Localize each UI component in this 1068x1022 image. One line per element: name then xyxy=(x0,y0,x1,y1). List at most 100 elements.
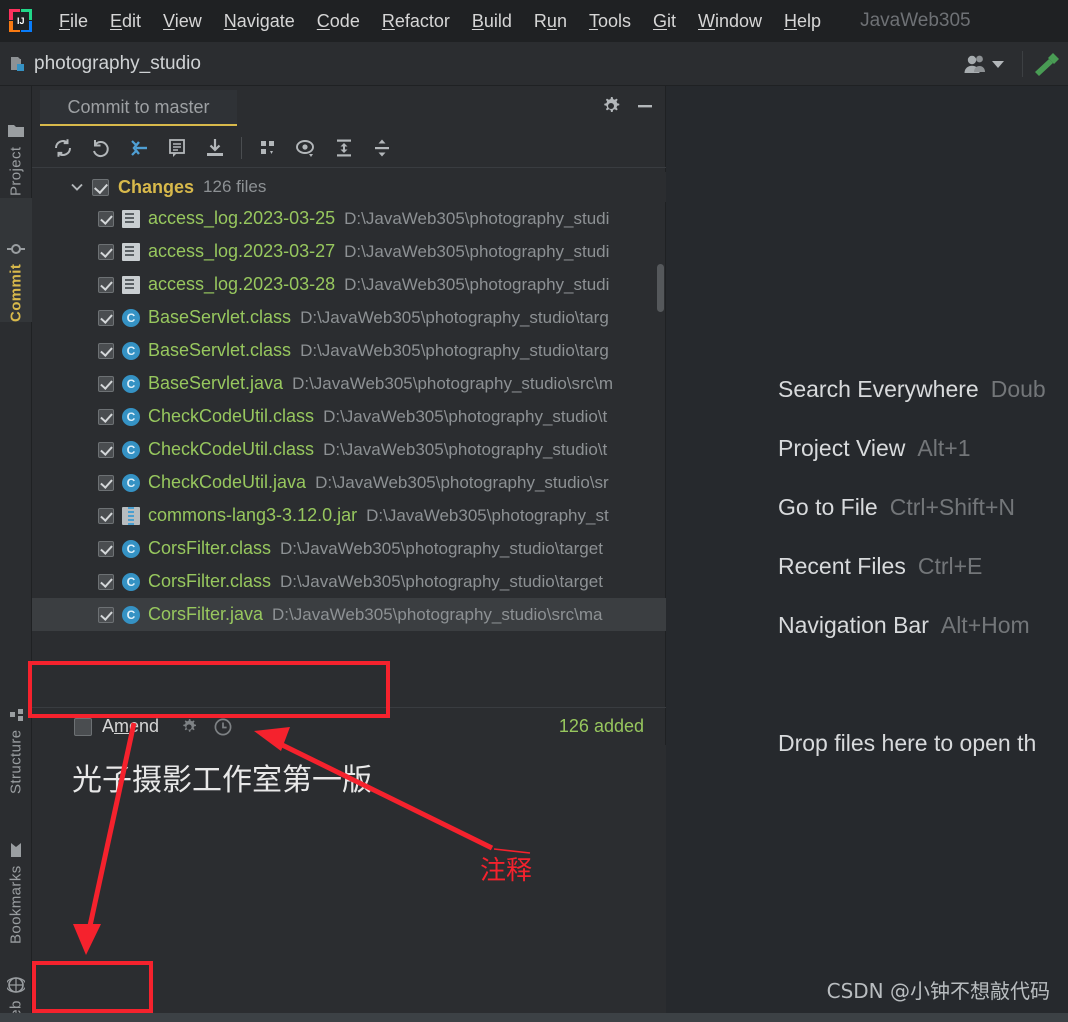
menu-item-code[interactable]: Code xyxy=(306,0,371,42)
file-checkbox[interactable] xyxy=(98,441,114,458)
file-name: access_log.2023-03-28 xyxy=(148,274,336,294)
sidebar-item-project[interactable]: Project xyxy=(0,86,32,196)
table-row[interactable]: access_log.2023-03-25 D:\JavaWeb305\phot… xyxy=(32,202,666,235)
table-row[interactable]: CheckCodeUtil.java D:\JavaWeb305\photogr… xyxy=(32,466,666,499)
changed-files-list[interactable]: access_log.2023-03-25 D:\JavaWeb305\phot… xyxy=(32,202,666,707)
editor-shortcut-hints: Search Everywhere Doub Project View Alt+… xyxy=(778,376,1068,671)
hint-project-view[interactable]: Project View Alt+1 xyxy=(778,435,1068,494)
refresh-icon[interactable] xyxy=(44,131,82,165)
file-path: D:\JavaWeb305\photography_studio\target xyxy=(280,538,603,558)
file-checkbox[interactable] xyxy=(98,606,114,623)
table-row[interactable]: CheckCodeUtil.class D:\JavaWeb305\photog… xyxy=(32,433,666,466)
hint-shortcut: Doub xyxy=(990,376,1046,402)
commit-tool-window: Commit to master Changes 126 files acces… xyxy=(32,86,666,1022)
table-row[interactable]: CorsFilter.class D:\JavaWeb305\photograp… xyxy=(32,532,666,565)
file-checkbox[interactable] xyxy=(98,243,114,260)
menu-view-rest: iew xyxy=(174,11,202,31)
expand-all-icon[interactable] xyxy=(325,131,363,165)
file-checkbox[interactable] xyxy=(98,573,114,590)
menu-run-rest: n xyxy=(556,11,567,31)
hint-search-everywhere[interactable]: Search Everywhere Doub xyxy=(778,376,1068,435)
file-path: D:\JavaWeb305\photography_studi xyxy=(344,274,610,294)
sidebar-item-structure[interactable]: Structure xyxy=(0,664,32,794)
file-path: D:\JavaWeb305\photography_studio\targ xyxy=(300,340,609,360)
file-checkbox[interactable] xyxy=(98,210,114,227)
menu-tools-rest: ools xyxy=(597,11,631,31)
menu-item-navigate[interactable]: Navigate xyxy=(213,0,306,42)
people-icon[interactable] xyxy=(959,53,989,75)
diff-speech-icon[interactable] xyxy=(158,131,196,165)
menu-item-window[interactable]: Window xyxy=(687,0,773,42)
collapse-all-icon[interactable] xyxy=(363,131,401,165)
undo-arrow-icon[interactable] xyxy=(82,131,120,165)
file-checkbox[interactable] xyxy=(98,540,114,557)
file-name: CheckCodeUtil.class xyxy=(148,406,315,426)
status-bar xyxy=(0,1013,1068,1022)
commit-message-input[interactable]: 光子摄影工作室第一版 xyxy=(32,745,666,1022)
hint-recent-files[interactable]: Recent Files Ctrl+E xyxy=(778,553,1068,612)
menu-item-edit[interactable]: Edit xyxy=(99,0,152,42)
menu-item-help[interactable]: Help xyxy=(773,0,832,42)
file-checkbox[interactable] xyxy=(98,276,114,293)
hint-navigation-bar[interactable]: Navigation Bar Alt+Hom xyxy=(778,612,1068,671)
tab-commit-to-master[interactable]: Commit to master xyxy=(40,90,237,126)
table-row[interactable]: access_log.2023-03-28 D:\JavaWeb305\phot… xyxy=(32,268,666,301)
divider xyxy=(1022,51,1023,77)
bookmark-icon xyxy=(7,841,25,859)
table-row[interactable]: commons-lang3-3.12.0.jar D:\JavaWeb305\p… xyxy=(32,499,666,532)
file-checkbox[interactable] xyxy=(98,375,114,392)
file-checkbox[interactable] xyxy=(98,309,114,326)
sidebar-item-project-label: Project xyxy=(7,146,25,197)
chevron-down-icon[interactable] xyxy=(992,60,1004,68)
hint-go-to-file[interactable]: Go to File Ctrl+Shift+N xyxy=(778,494,1068,553)
commit-window-header: Commit to master xyxy=(32,86,665,128)
changes-checkbox[interactable] xyxy=(92,178,109,196)
table-row[interactable]: CheckCodeUtil.class D:\JavaWeb305\photog… xyxy=(32,400,666,433)
table-row[interactable]: BaseServlet.class D:\JavaWeb305\photogra… xyxy=(32,301,666,334)
table-row[interactable]: BaseServlet.class D:\JavaWeb305\photogra… xyxy=(32,334,666,367)
file-checkbox[interactable] xyxy=(98,342,114,359)
menu-item-git[interactable]: Git xyxy=(642,0,687,42)
menu-item-run[interactable]: Run xyxy=(523,0,578,42)
eye-icon[interactable] xyxy=(287,131,325,165)
changes-file-count: 126 files xyxy=(203,177,267,196)
amend-checkbox[interactable] xyxy=(74,717,92,736)
menu-item-refactor[interactable]: Refactor xyxy=(371,0,461,42)
file-checkbox[interactable] xyxy=(98,507,114,524)
commit-icon xyxy=(7,240,25,258)
chevron-down-icon[interactable] xyxy=(70,180,84,194)
file-name: BaseServlet.class xyxy=(148,307,292,327)
idea-window: IJ File Edit View Navigate Code Refactor… xyxy=(0,0,1068,1022)
file-name: access_log.2023-03-25 xyxy=(148,208,336,228)
table-row[interactable]: CorsFilter.class D:\JavaWeb305\photograp… xyxy=(32,565,666,598)
menu-item-build[interactable]: Build xyxy=(461,0,523,42)
clock-icon[interactable] xyxy=(213,717,233,737)
table-row[interactable]: CorsFilter.java D:\JavaWeb305\photograph… xyxy=(32,598,666,631)
table-row[interactable]: BaseServlet.java D:\JavaWeb305\photograp… xyxy=(32,367,666,400)
breadcrumb-project[interactable]: photography_studio xyxy=(34,53,201,75)
commit-message-text: 光子摄影工作室第一版 xyxy=(72,763,372,798)
menu-item-view[interactable]: View xyxy=(152,0,213,42)
text-file-icon xyxy=(122,209,140,228)
menu-item-file[interactable]: File xyxy=(48,0,99,42)
hammer-icon[interactable] xyxy=(1032,50,1062,78)
gear-icon[interactable] xyxy=(601,96,621,116)
file-checkbox[interactable] xyxy=(98,408,114,425)
globe-icon xyxy=(5,976,27,994)
file-checkbox[interactable] xyxy=(98,474,114,491)
table-row[interactable]: access_log.2023-03-27 D:\JavaWeb305\phot… xyxy=(32,235,666,268)
download-icon[interactable] xyxy=(196,131,234,165)
shelve-arrow-icon[interactable] xyxy=(120,131,158,165)
group-by-icon[interactable] xyxy=(249,131,287,165)
menu-git-rest: it xyxy=(667,11,676,31)
changes-tree-node[interactable]: Changes 126 files xyxy=(32,172,666,202)
sidebar-item-web[interactable]: Web xyxy=(0,952,32,1022)
sidebar-item-bookmarks[interactable]: Bookmarks xyxy=(0,802,32,944)
amend-label[interactable]: Amend xyxy=(102,716,159,737)
file-list-scrollbar[interactable] xyxy=(657,264,664,312)
sidebar-item-commit[interactable]: Commit xyxy=(0,198,32,322)
menu-item-tools[interactable]: Tools xyxy=(578,0,642,42)
commit-options-gear-icon[interactable] xyxy=(179,717,199,737)
annotation-label-zhushi: 注释 xyxy=(480,856,533,886)
minimize-icon[interactable] xyxy=(635,96,655,116)
